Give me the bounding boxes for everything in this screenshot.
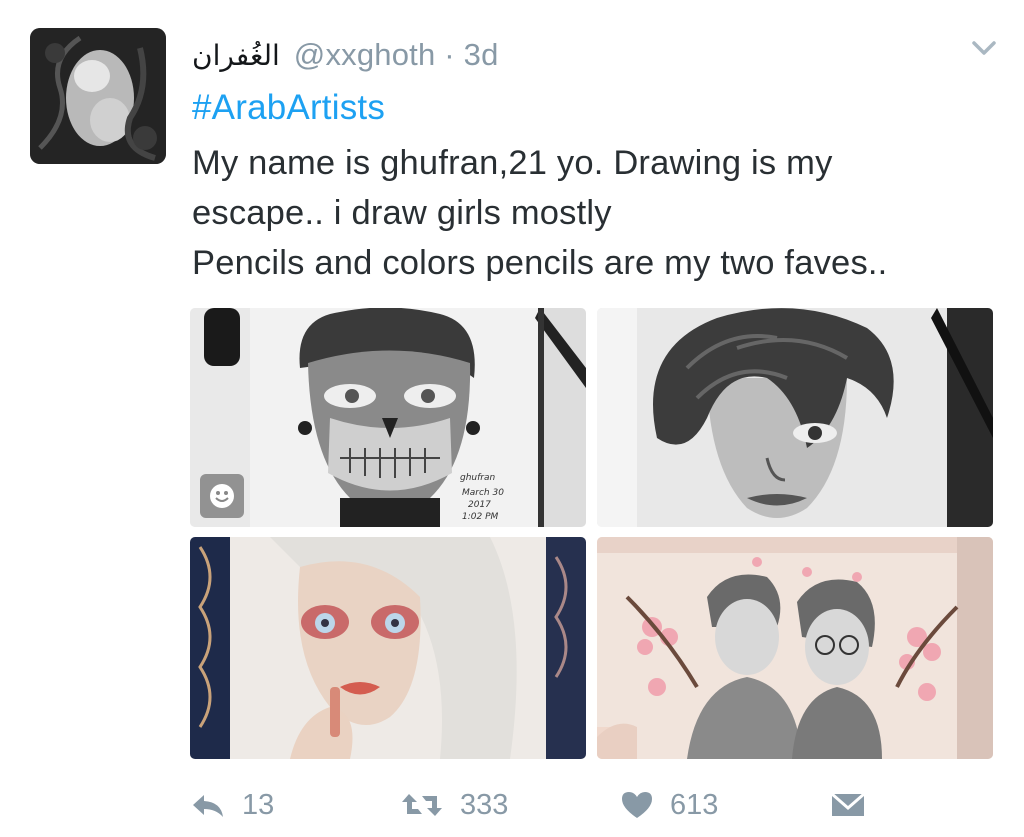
like-count: 613 [670,788,719,821]
reply-button[interactable]: 13 [190,780,274,830]
retweet-icon [402,794,442,816]
signature-line: March 30 [462,488,504,498]
signature-line: 1:02 PM [462,512,498,522]
reply-count: 13 [242,788,275,821]
tweet-time[interactable]: 3d [464,37,499,72]
avatar[interactable] [30,28,166,164]
tweet-header: الغُفران @xxghoth · 3d [192,34,499,76]
tweet-text-line: escape.. i draw girls mostly [192,194,612,232]
like-button[interactable]: 613 [620,780,718,830]
tweet-actions: 13 333 613 [0,780,1024,830]
tweet-text-line: My name is ghufran,21 yo. Drawing is my [192,144,833,182]
media-image-3[interactable] [190,537,586,759]
media-image-1[interactable]: ghufran March 30 2017 1:02 PM [190,308,586,527]
direct-message-icon [831,792,865,816]
signature-line: ghufran [460,473,496,483]
sticker-icon[interactable] [200,474,244,518]
reply-icon [193,795,223,817]
separator-dot: · [444,37,455,72]
heart-icon [622,792,652,818]
media-image-4[interactable] [597,537,993,759]
retweet-button[interactable]: 333 [400,780,508,830]
chevron-down-icon[interactable] [966,36,1002,60]
user-handle[interactable]: @xxghoth [294,37,436,72]
direct-message-button[interactable] [830,780,866,830]
tweet-text-line: Pencils and colors pencils are my two fa… [192,244,888,282]
tweet-text: My name is ghufran,21 yo. Drawing is my … [192,138,992,288]
signature-line: 2017 [468,500,491,510]
hashtag-link[interactable]: #ArabArtists [192,86,385,130]
retweet-count: 333 [460,788,509,821]
display-name[interactable]: الغُفران [192,39,280,72]
media-image-2[interactable] [597,308,993,527]
handle-and-time: @xxghoth · 3d [294,37,499,73]
